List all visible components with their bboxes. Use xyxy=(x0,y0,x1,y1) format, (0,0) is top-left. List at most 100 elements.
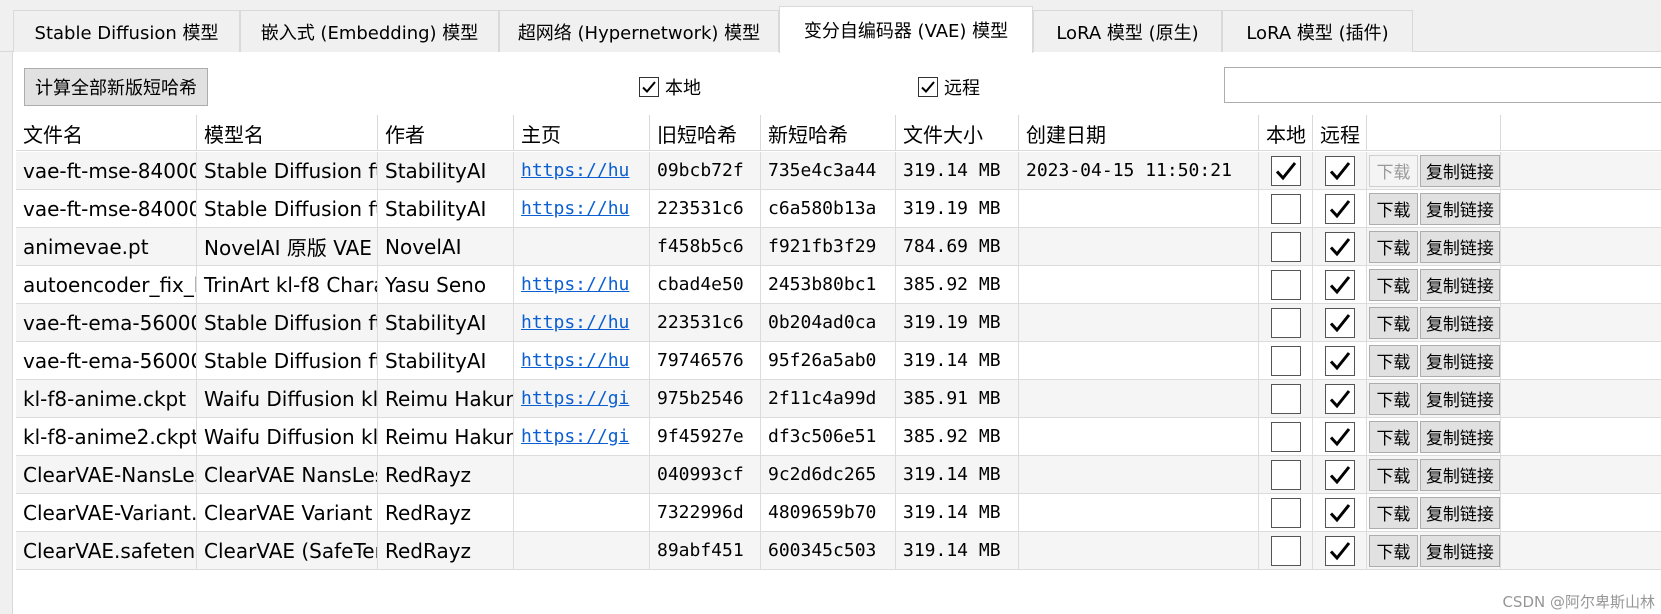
copy-link-button[interactable]: 复制链接 xyxy=(1419,306,1500,339)
homepage-link[interactable]: https://gi xyxy=(521,388,629,409)
model-name-cell: ClearVAE NansLes xyxy=(197,456,378,493)
copy-link-button[interactable]: 复制链接 xyxy=(1419,458,1500,491)
local-checkbox[interactable] xyxy=(1270,155,1301,186)
homepage-cell: https://hu xyxy=(514,152,650,189)
table-row[interactable]: autoencoder_fix_k TrinArt kl-f8 Chara Yasu… xyxy=(16,266,1661,304)
actions-cell: 下载 复制链接 xyxy=(1367,380,1501,417)
table-row[interactable]: vae-ft-ema-56000 Stable Diffusion ft Stabi… xyxy=(16,342,1661,380)
copy-link-button[interactable]: 复制链接 xyxy=(1419,192,1500,225)
tab-lora-native[interactable]: LoRA 模型 (原生) xyxy=(1033,10,1222,52)
table-row[interactable]: kl-f8-anime.ckpt Waifu Diffusion kl Reimu … xyxy=(16,380,1661,418)
col-remote[interactable]: 远程 xyxy=(1313,115,1367,151)
tab-embedding[interactable]: 嵌入式 (Embedding) 模型 xyxy=(240,10,499,52)
download-button[interactable]: 下载 xyxy=(1369,496,1418,529)
copy-link-button[interactable]: 复制链接 xyxy=(1419,344,1500,377)
calc-new-hash-button[interactable]: 计算全部新版短哈希 xyxy=(24,68,208,106)
remote-cell xyxy=(1313,494,1367,531)
col-created-date[interactable]: 创建日期 xyxy=(1019,115,1259,151)
local-checkbox[interactable] xyxy=(1270,383,1301,414)
tab-stable-diffusion[interactable]: Stable Diffusion 模型 xyxy=(13,10,240,52)
download-button[interactable]: 下载 xyxy=(1369,154,1418,187)
homepage-link[interactable]: https://hu xyxy=(521,160,629,181)
copy-link-button[interactable]: 复制链接 xyxy=(1419,420,1500,453)
remote-checkbox[interactable] xyxy=(1324,459,1355,490)
download-button[interactable]: 下载 xyxy=(1369,420,1418,453)
local-filter-checkbox[interactable]: 本地 xyxy=(639,74,701,100)
table-row[interactable]: vae-ft-mse-84000 Stable Diffusion ft Stabi… xyxy=(16,152,1661,190)
col-local[interactable]: 本地 xyxy=(1259,115,1313,151)
file-size-cell: 319.19 MB xyxy=(896,304,1019,341)
check-icon xyxy=(1329,161,1350,180)
homepage-link[interactable]: https://hu xyxy=(521,274,629,295)
table-row[interactable]: ClearVAE-NansLes ClearVAE NansLes RedRayz 0… xyxy=(16,456,1661,494)
tab-vae[interactable]: 变分自编码器 (VAE) 模型 xyxy=(779,6,1033,53)
check-icon xyxy=(1329,351,1350,370)
remote-checkbox[interactable] xyxy=(1324,155,1355,186)
search-input[interactable] xyxy=(1224,67,1661,103)
old-hash-cell: cbad4e50 xyxy=(650,266,761,303)
checkbox-box[interactable] xyxy=(918,77,938,97)
remote-checkbox[interactable] xyxy=(1324,535,1355,566)
download-button[interactable]: 下载 xyxy=(1369,534,1418,567)
remote-checkbox[interactable] xyxy=(1324,231,1355,262)
col-old-hash[interactable]: 旧短哈希 xyxy=(650,115,761,151)
remote-checkbox[interactable] xyxy=(1324,307,1355,338)
remote-checkbox[interactable] xyxy=(1324,383,1355,414)
created-date-cell: 2023-04-15 11:50:21 xyxy=(1019,152,1259,189)
download-button[interactable]: 下载 xyxy=(1369,230,1418,263)
table-row[interactable]: vae-ft-ema-56000 Stable Diffusion ft Stabi… xyxy=(16,304,1661,342)
local-checkbox[interactable] xyxy=(1270,459,1301,490)
local-checkbox[interactable] xyxy=(1270,421,1301,452)
actions-cell: 下载 复制链接 xyxy=(1367,456,1501,493)
local-checkbox[interactable] xyxy=(1270,345,1301,376)
copy-link-button[interactable]: 复制链接 xyxy=(1419,154,1500,187)
remote-checkbox[interactable] xyxy=(1324,269,1355,300)
download-button[interactable]: 下载 xyxy=(1369,458,1418,491)
local-checkbox[interactable] xyxy=(1270,535,1301,566)
table-row[interactable]: ClearVAE-Variant.s ClearVAE Variant (RedR… xyxy=(16,494,1661,532)
download-button[interactable]: 下载 xyxy=(1369,306,1418,339)
table-row[interactable]: vae-ft-mse-84000 Stable Diffusion ft Stabi… xyxy=(16,190,1661,228)
homepage-link[interactable]: https://gi xyxy=(521,426,629,447)
col-new-hash[interactable]: 新短哈希 xyxy=(761,115,896,151)
local-cell xyxy=(1259,190,1313,227)
check-icon xyxy=(1329,313,1350,332)
copy-link-button[interactable]: 复制链接 xyxy=(1419,534,1500,567)
homepage-link[interactable]: https://hu xyxy=(521,350,629,371)
homepage-link[interactable]: https://hu xyxy=(521,312,629,333)
remote-checkbox[interactable] xyxy=(1324,497,1355,528)
copy-link-button[interactable]: 复制链接 xyxy=(1419,268,1500,301)
local-checkbox[interactable] xyxy=(1270,193,1301,224)
col-model-name[interactable]: 模型名 xyxy=(197,115,378,151)
tab-lora-plugin[interactable]: LoRA 模型 (插件) xyxy=(1222,10,1413,52)
copy-link-button[interactable]: 复制链接 xyxy=(1419,496,1500,529)
table-row[interactable]: ClearVAE.safetens ClearVAE (SafeTer RedRay… xyxy=(16,532,1661,570)
remote-checkbox[interactable] xyxy=(1324,345,1355,376)
new-hash-cell: f921fb3f29 xyxy=(761,228,896,265)
copy-link-button[interactable]: 复制链接 xyxy=(1419,382,1500,415)
col-file-size[interactable]: 文件大小 xyxy=(896,115,1019,151)
local-checkbox[interactable] xyxy=(1270,231,1301,262)
copy-link-button[interactable]: 复制链接 xyxy=(1419,230,1500,263)
homepage-link[interactable]: https://hu xyxy=(521,198,629,219)
download-button[interactable]: 下载 xyxy=(1369,382,1418,415)
col-author[interactable]: 作者 xyxy=(378,115,514,151)
local-checkbox[interactable] xyxy=(1270,307,1301,338)
model-name-cell: NovelAI 原版 VAE xyxy=(197,228,378,265)
model-name-cell: Stable Diffusion ft xyxy=(197,190,378,227)
col-file-name[interactable]: 文件名 xyxy=(16,115,197,151)
download-button[interactable]: 下载 xyxy=(1369,192,1418,225)
download-button[interactable]: 下载 xyxy=(1369,344,1418,377)
table-row[interactable]: animevae.pt NovelAI 原版 VAE NovelAI f458b5c6… xyxy=(16,228,1661,266)
download-button[interactable]: 下载 xyxy=(1369,268,1418,301)
homepage-cell xyxy=(514,532,650,569)
remote-filter-checkbox[interactable]: 远程 xyxy=(918,74,980,100)
checkbox-box[interactable] xyxy=(639,77,659,97)
remote-checkbox[interactable] xyxy=(1324,193,1355,224)
tab-hypernetwork[interactable]: 超网络 (Hypernetwork) 模型 xyxy=(499,10,779,52)
table-row[interactable]: kl-f8-anime2.ckpt Waifu Diffusion kl Reimu… xyxy=(16,418,1661,456)
remote-checkbox[interactable] xyxy=(1324,421,1355,452)
local-checkbox[interactable] xyxy=(1270,497,1301,528)
col-homepage[interactable]: 主页 xyxy=(514,115,650,151)
local-checkbox[interactable] xyxy=(1270,269,1301,300)
